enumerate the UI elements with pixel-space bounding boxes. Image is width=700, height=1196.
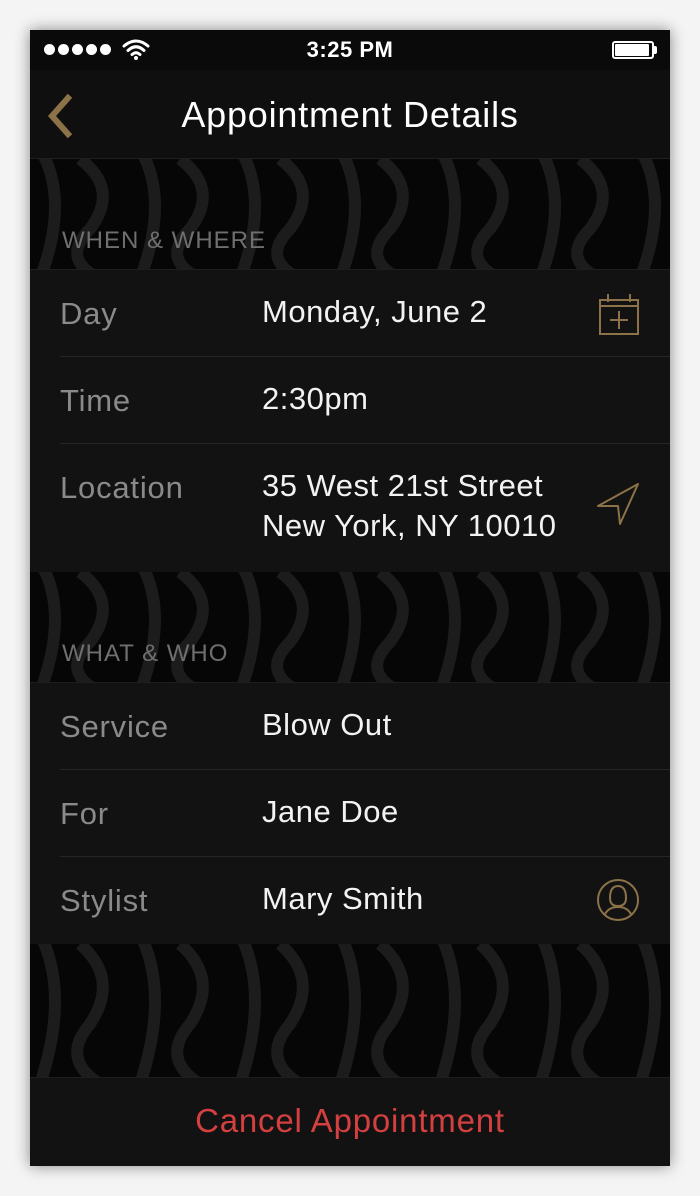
row-location[interactable]: Location 35 West 21st Street New York, N… bbox=[30, 444, 670, 572]
monogram-pattern bbox=[35, 944, 661, 1077]
row-label: Time bbox=[60, 383, 131, 418]
section-header-what-who: WHAT & WHO bbox=[62, 640, 229, 667]
row-value: Monday, June 2 bbox=[262, 294, 488, 329]
person-icon[interactable] bbox=[596, 878, 640, 922]
location-address-line-2: New York, NY 10010 bbox=[262, 508, 557, 543]
navigation-bar: Appointment Details bbox=[30, 70, 670, 159]
page-title: Appointment Details bbox=[181, 94, 519, 135]
location-address-line-1: 35 West 21st Street bbox=[262, 468, 544, 503]
calendar-add-icon[interactable] bbox=[598, 292, 640, 336]
row-stylist[interactable]: Stylist Mary Smith bbox=[30, 857, 670, 944]
row-day[interactable]: Day Monday, June 2 bbox=[30, 270, 670, 357]
row-label: For bbox=[60, 796, 109, 831]
what-who-group: Service Blow Out For Jane Doe Stylist Ma… bbox=[30, 682, 670, 945]
cancel-appointment-button[interactable]: Cancel Appointment bbox=[30, 1102, 670, 1140]
status-time: 3:25 PM bbox=[306, 37, 394, 62]
row-value: Blow Out bbox=[262, 707, 392, 742]
row-time: Time 2:30pm bbox=[30, 357, 670, 444]
navigation-arrow-icon[interactable] bbox=[596, 482, 640, 526]
row-label: Service bbox=[60, 709, 169, 744]
section-header-when-where: WHEN & WHERE bbox=[62, 227, 266, 254]
when-where-group: Day Monday, June 2 Time 2:30pm Location … bbox=[30, 269, 670, 573]
phone-screen: 3:25 PM Appointment Details WHEN & WHERE… bbox=[30, 30, 670, 1166]
battery-icon bbox=[612, 41, 657, 59]
decorative-pattern-band: WHAT & WHO bbox=[30, 572, 670, 682]
row-label: Day bbox=[60, 296, 118, 331]
row-value: 2:30pm bbox=[262, 381, 369, 416]
row-value: Jane Doe bbox=[262, 794, 399, 829]
decorative-pattern-band: WHEN & WHERE bbox=[30, 159, 670, 269]
footer-bar: Cancel Appointment bbox=[30, 1077, 670, 1166]
row-value: Mary Smith bbox=[262, 881, 424, 916]
decorative-pattern-band bbox=[30, 944, 670, 1077]
row-for: For Jane Doe bbox=[30, 770, 670, 857]
row-service: Service Blow Out bbox=[30, 683, 670, 770]
row-label: Stylist bbox=[60, 883, 149, 918]
status-bar: 3:25 PM bbox=[30, 30, 670, 70]
row-label: Location bbox=[60, 470, 184, 505]
